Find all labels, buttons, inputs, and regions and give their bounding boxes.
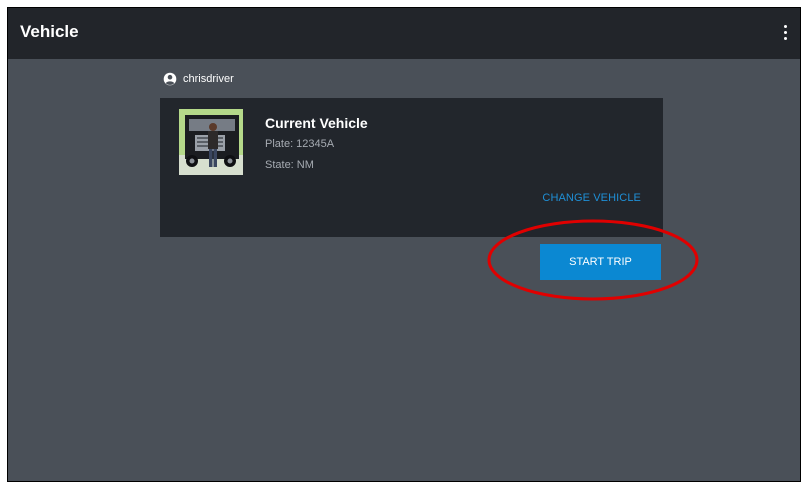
- vehicle-photo: [179, 109, 243, 175]
- vehicle-plate: Plate: 12345A: [265, 138, 335, 150]
- page-title: Vehicle: [20, 22, 79, 41]
- username: chrisdriver: [183, 73, 234, 85]
- change-vehicle-button[interactable]: CHANGE VEHICLE: [542, 192, 641, 204]
- app-screen: Vehicle chrisdriver Current Vehicle Plat…: [7, 7, 801, 482]
- truck-with-driver-photo: [179, 109, 243, 175]
- vehicle-title: Current Vehicle: [265, 115, 368, 131]
- account-circle-icon: [163, 72, 177, 86]
- start-trip-button[interactable]: START TRIP: [540, 244, 661, 280]
- vehicle-state: State: NM: [265, 159, 314, 171]
- user-row: chrisdriver: [163, 72, 234, 86]
- app-bar: Vehicle: [8, 8, 800, 59]
- current-vehicle-card: Current Vehicle Plate: 12345A State: NM …: [160, 98, 663, 237]
- more-vert-icon[interactable]: [778, 21, 794, 45]
